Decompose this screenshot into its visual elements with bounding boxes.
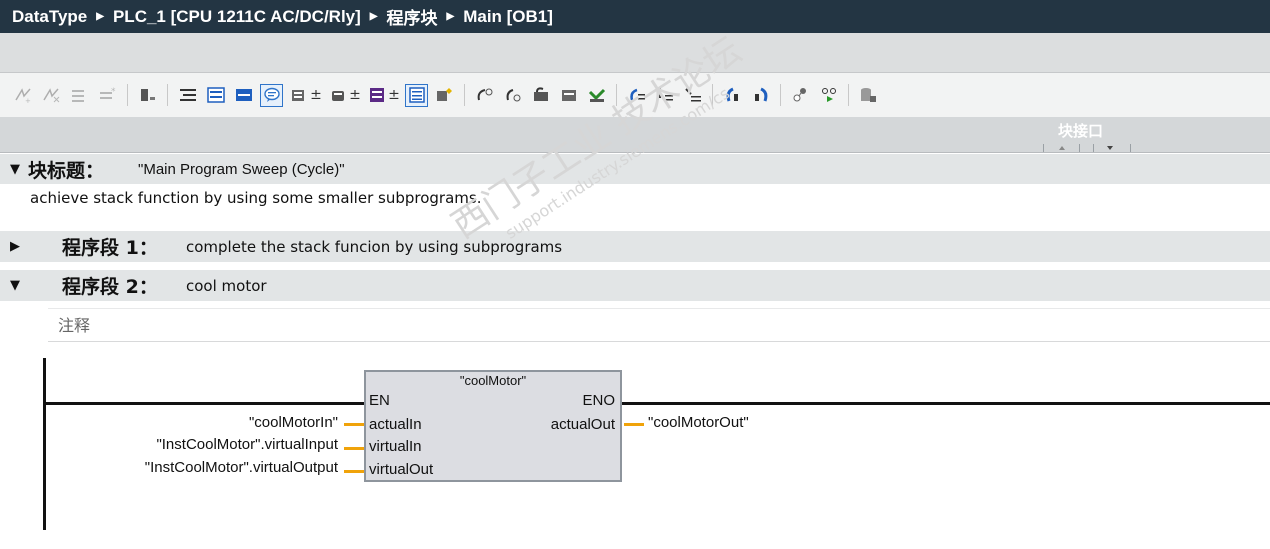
toolbar-separator [848, 84, 849, 106]
symbol-icon[interactable] [136, 84, 159, 107]
insert-network-icon[interactable]: + [12, 84, 35, 107]
eno-wire[interactable] [622, 402, 1270, 405]
network-comment-placeholder: 注释 [58, 316, 91, 335]
toolbar-separator [780, 84, 781, 106]
favorites-icon[interactable] [288, 84, 311, 107]
network-2-header[interactable]: ▼ 程序段 2： cool motor [0, 270, 1270, 301]
breadcrumb-arrow-icon: ▶ [96, 11, 104, 22]
breadcrumb-arrow-icon: ▶ [369, 11, 378, 22]
add-row-icon[interactable]: * [96, 84, 119, 107]
operand-coolmotorout[interactable]: "coolMotorOut" [648, 414, 749, 431]
svg-text:+: + [25, 97, 31, 104]
close-branch-icon[interactable] [529, 84, 552, 107]
interface-splitter-icon[interactable] [1043, 144, 1131, 152]
assignment-negate-icon[interactable] [749, 84, 772, 107]
network-1-title[interactable]: complete the stack funcion by using subp… [186, 238, 562, 256]
operand-coolmotorin[interactable]: "coolMotorIn" [249, 414, 338, 431]
block-title-row[interactable]: ▼ 块标题： "Main Program Sweep (Cycle)" [0, 154, 1270, 184]
block-interface-bar[interactable]: 块接口 [0, 117, 1270, 153]
delete-network-icon[interactable] [40, 84, 63, 107]
toolbar-separator [616, 84, 617, 106]
jump-icon[interactable] [625, 84, 648, 107]
return-icon[interactable] [653, 84, 676, 107]
pin-stub [624, 423, 644, 426]
absolute-icon[interactable] [176, 84, 199, 107]
block-interface-label[interactable]: 块接口 [1058, 120, 1103, 141]
box-dropdown-icon[interactable]: ± [388, 87, 400, 103]
empty-box-icon[interactable] [405, 83, 428, 107]
online-icon[interactable] [789, 84, 812, 107]
collapse-all-icon[interactable] [232, 84, 255, 107]
power-rail [43, 358, 46, 530]
box-icon[interactable] [366, 84, 389, 107]
pin-actualout: actualOut [550, 416, 615, 433]
toolbar-separator [712, 84, 713, 106]
toolbar-separator [464, 84, 465, 106]
block-title-value[interactable]: "Main Program Sweep (Cycle)" [138, 161, 345, 178]
function-block-coolmotor[interactable]: "coolMotor" EN ENO actualIn virtualIn vi… [364, 370, 622, 482]
breadcrumb-arrow-icon: ▶ [446, 11, 455, 22]
editor-toolbar: + * ± ± ± [0, 73, 1270, 117]
call-icon[interactable] [327, 84, 350, 107]
network-1-label: 程序段 1： [62, 237, 158, 259]
expand-caret-icon[interactable]: ▶ [0, 239, 28, 254]
pin-stub [344, 423, 364, 426]
insert-row-icon[interactable] [68, 84, 91, 107]
connect-icon[interactable] [557, 84, 580, 107]
network-2-label: 程序段 2： [62, 276, 158, 298]
pin-virtualout: virtualOut [369, 461, 434, 478]
call-dropdown-icon[interactable]: ± [349, 87, 361, 103]
operand-virtualoutput[interactable]: "InstCoolMotor".virtualOutput [145, 459, 338, 476]
monitor-icon[interactable] [473, 84, 496, 107]
assignment-icon[interactable] [721, 84, 744, 107]
pin-actualin: actualIn [369, 416, 422, 433]
pin-virtualin: virtualIn [369, 438, 422, 455]
collapse-caret-icon[interactable]: ▼ [0, 162, 28, 177]
collapse-caret-icon[interactable]: ▼ [0, 278, 28, 293]
en-wire[interactable] [46, 402, 364, 405]
breadcrumb-item-program-blocks[interactable]: 程序块 [387, 4, 438, 29]
breadcrumb-item-project[interactable]: DataType [12, 7, 87, 27]
editor-header-bar [0, 33, 1270, 73]
block-comment[interactable]: achieve stack function by using some sma… [30, 189, 481, 207]
database-icon[interactable] [857, 84, 880, 107]
breadcrumb-item-main[interactable]: Main [OB1] [463, 7, 553, 27]
network-2-title[interactable]: cool motor [186, 277, 267, 295]
cross-reference-icon[interactable] [681, 84, 704, 107]
breadcrumb-item-plc[interactable]: PLC_1 [CPU 1211C AC/DC/Rly] [113, 7, 361, 27]
monitoring-icon[interactable] [817, 84, 840, 107]
svg-text:*: * [111, 87, 116, 97]
pin-eno: ENO [582, 392, 615, 409]
network-2-comment[interactable]: 注释 [48, 308, 1270, 342]
step-icon[interactable] [433, 84, 456, 107]
toolbar-separator [127, 84, 128, 106]
network-1-header[interactable]: ▶ 程序段 1： complete the stack funcion by u… [0, 231, 1270, 262]
goto-icon[interactable] [585, 84, 608, 107]
favorites-dropdown-icon[interactable]: ± [310, 87, 322, 103]
operand-virtualinput[interactable]: "InstCoolMotor".virtualInput [156, 436, 338, 453]
expand-all-icon[interactable] [204, 84, 227, 107]
network-comment-icon[interactable] [260, 83, 283, 107]
open-branch-icon[interactable] [501, 84, 524, 107]
pin-stub [344, 470, 364, 473]
pin-en: EN [369, 392, 390, 409]
block-name[interactable]: "coolMotor" [366, 373, 620, 388]
pin-stub [344, 447, 364, 450]
block-title-label: 块标题： [28, 159, 105, 182]
toolbar-separator [167, 84, 168, 106]
breadcrumb: DataType ▶ PLC_1 [CPU 1211C AC/DC/Rly] ▶… [0, 0, 1270, 33]
